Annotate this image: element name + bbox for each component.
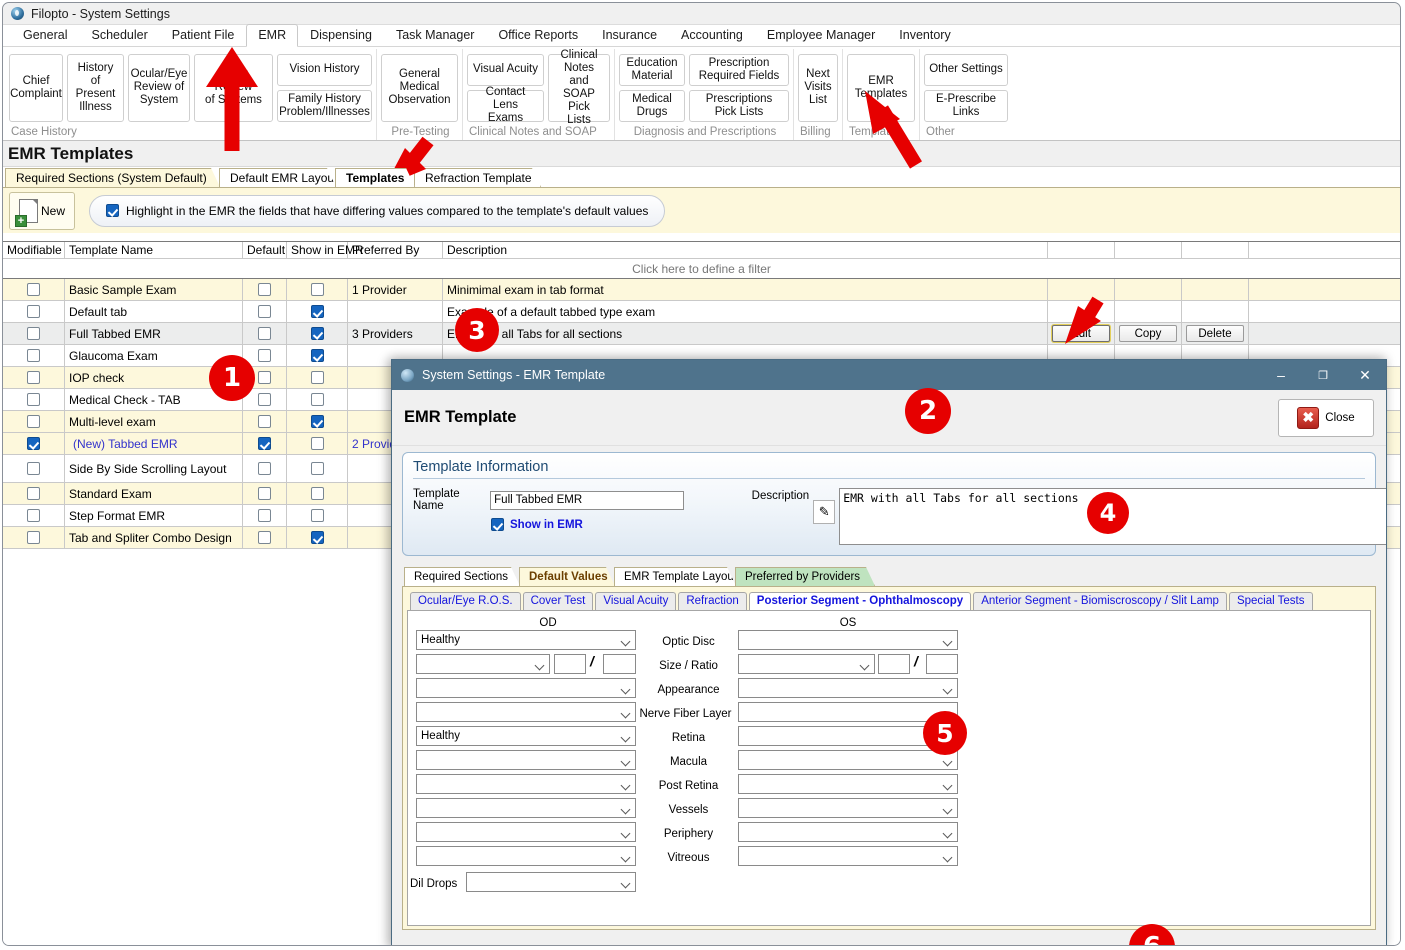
column-header-os: OS xyxy=(839,617,857,629)
subtab-cover-test[interactable]: Cover Test xyxy=(522,592,594,611)
dialog-header: EMR Template ✖ Close xyxy=(392,390,1386,446)
dlg-tab-emr-template-layout[interactable]: EMR Template Layout xyxy=(614,567,736,586)
field-label-optic-disc: Optic Disc xyxy=(662,636,715,648)
od-retina-combo[interactable]: Healthy xyxy=(416,726,636,746)
subtab-refraction[interactable]: Refraction xyxy=(678,592,747,611)
os-optic-disc-combo[interactable] xyxy=(738,630,958,650)
dil-drops-combo[interactable] xyxy=(466,872,636,892)
dlg-tab-default-values[interactable]: Default Values xyxy=(519,567,615,586)
field-label-periphery: Periphery xyxy=(663,828,714,840)
ribbon-tab-emr[interactable]: EMR xyxy=(246,24,299,47)
od-vessels-combo[interactable] xyxy=(416,798,636,818)
dialog-title-text: System Settings - EMR Template xyxy=(422,368,606,382)
os-vessels-combo[interactable] xyxy=(738,798,958,818)
od-appearance-combo[interactable] xyxy=(416,678,636,698)
os-size-ratio-combo[interactable] xyxy=(738,654,875,674)
close-button[interactable]: ✖ Close xyxy=(1278,398,1374,437)
od-optic-disc-combo[interactable]: Healthy xyxy=(416,630,636,650)
field-label-vessels: Vessels xyxy=(668,804,709,816)
os-size-value-input[interactable] xyxy=(878,654,910,674)
groupbox-title: Template Information xyxy=(413,459,549,475)
template-name-input[interactable] xyxy=(490,490,684,510)
field-label-nerve-fiber-layer: Nerve Fiber Layer xyxy=(639,708,732,720)
od-vitreous-combo[interactable] xyxy=(416,846,636,866)
close-button-label: Close xyxy=(1325,411,1355,424)
od-macula-combo[interactable] xyxy=(416,750,636,770)
field-label-post-retina: Post Retina xyxy=(658,780,719,792)
dialog-app-icon xyxy=(401,368,414,382)
minimize-icon[interactable]: – xyxy=(1260,360,1302,390)
default-values-panel: Ocular/Eye R.O.S. Cover Test Visual Acui… xyxy=(402,586,1376,930)
close-icon[interactable]: ✕ xyxy=(1344,360,1386,390)
subtab-visual-acuity[interactable]: Visual Acuity xyxy=(595,592,677,611)
os-retina-combo[interactable] xyxy=(738,726,958,746)
os-appearance-combo[interactable] xyxy=(738,678,958,698)
pencil-icon[interactable]: ✎ xyxy=(813,500,836,524)
od-ratio-slash: / xyxy=(590,653,594,669)
od-size-ratio-combo[interactable] xyxy=(416,654,550,674)
show-in-emr-label: Show in EMR xyxy=(510,518,583,531)
subtab-ocular-eye-ros[interactable]: Ocular/Eye R.O.S. xyxy=(410,592,521,611)
template-name-label: Template Name xyxy=(413,488,460,512)
show-in-emr-checkbox[interactable] xyxy=(491,518,504,531)
field-label-macula: Macula xyxy=(669,756,708,768)
template-information-groupbox: Template Information Template Name Show … xyxy=(402,452,1386,556)
dialog-titlebar: System Settings - EMR Template – ❐ ✕ xyxy=(392,360,1386,390)
dialog-tab-strip-level1: Required Sections Default Values EMR Tem… xyxy=(392,566,1386,586)
description-label: Description xyxy=(751,490,810,502)
subtab-special-tests[interactable]: Special Tests xyxy=(1228,592,1313,611)
od-ratio-value-input[interactable] xyxy=(603,654,636,674)
posterior-segment-form: OD OS Optic Disc Size / Ratio Appearance… xyxy=(407,610,1371,926)
tab-templates[interactable]: Templates xyxy=(335,168,415,187)
subtab-posterior-segment[interactable]: Posterior Segment - Ophthalmoscopy xyxy=(748,592,972,611)
os-post-retina-combo[interactable] xyxy=(738,774,958,794)
dlg-tab-required-sections[interactable]: Required Sections xyxy=(404,567,520,586)
dialog-tab-strip-level2: Ocular/Eye R.O.S. Cover Test Visual Acui… xyxy=(407,591,1371,611)
subtab-anterior-segment[interactable]: Anterior Segment - Biomiscroscopy / Slit… xyxy=(973,592,1227,611)
emr-template-dialog: System Settings - EMR Template – ❐ ✕ EMR… xyxy=(391,359,1387,945)
os-periphery-combo[interactable] xyxy=(738,822,958,842)
application-window: Filopto - System Settings General Schedu… xyxy=(2,2,1401,946)
os-nerve-fiber-layer-combo[interactable] xyxy=(738,702,958,722)
od-post-retina-combo[interactable] xyxy=(416,774,636,794)
os-macula-combo[interactable] xyxy=(738,750,958,770)
column-header-od: OD xyxy=(539,617,557,629)
dlg-tab-preferred-by-providers[interactable]: Preferred by Providers xyxy=(735,567,875,586)
maximize-icon[interactable]: ❐ xyxy=(1302,360,1344,390)
os-ratio-slash: / xyxy=(914,653,918,669)
description-textarea[interactable] xyxy=(839,488,1386,545)
od-size-value-input[interactable] xyxy=(554,654,586,674)
close-x-icon: ✖ xyxy=(1297,406,1320,429)
od-periphery-combo[interactable] xyxy=(416,822,636,842)
od-nerve-fiber-layer-combo[interactable] xyxy=(416,702,636,722)
field-label-size-ratio: Size / Ratio xyxy=(659,660,718,672)
os-vitreous-combo[interactable] xyxy=(738,846,958,866)
field-label-appearance: Appearance xyxy=(657,684,720,696)
os-ratio-value-input[interactable] xyxy=(926,654,958,674)
dil-drops-label: Dil Drops xyxy=(410,878,458,890)
field-label-retina: Retina xyxy=(671,732,706,744)
field-label-vitreous: Vitreous xyxy=(667,852,710,864)
dialog-heading: EMR Template xyxy=(404,408,517,426)
